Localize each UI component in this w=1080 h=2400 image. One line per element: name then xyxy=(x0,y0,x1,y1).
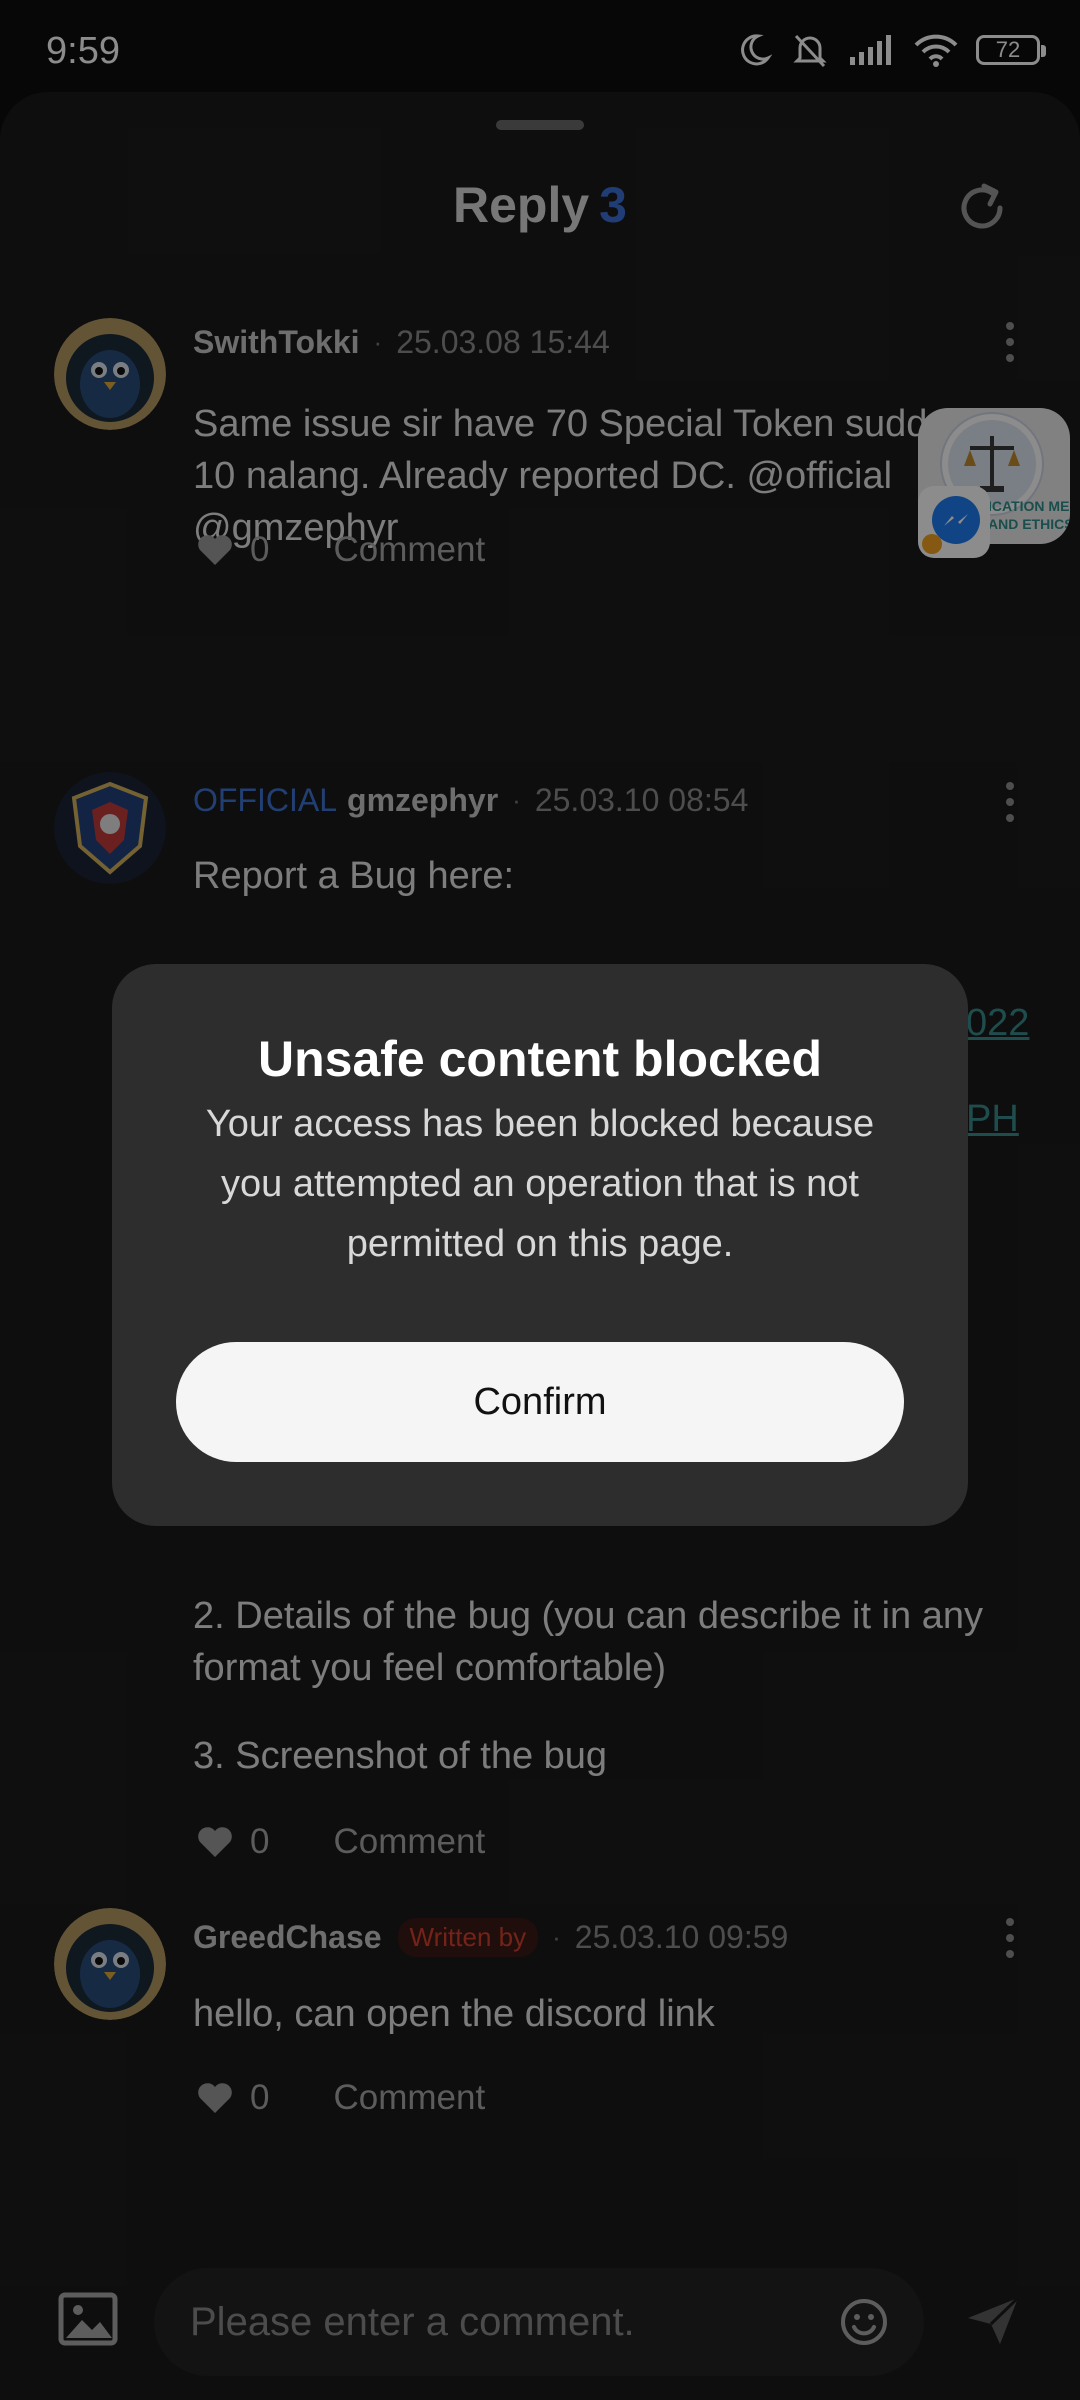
blocked-content-dialog: Unsafe content blocked Your access has b… xyxy=(112,964,968,1526)
dialog-title: Unsafe content blocked xyxy=(258,1031,822,1087)
dialog-message: Your access has been blocked because you… xyxy=(205,1103,875,1265)
confirm-button[interactable]: Confirm xyxy=(176,1342,904,1462)
